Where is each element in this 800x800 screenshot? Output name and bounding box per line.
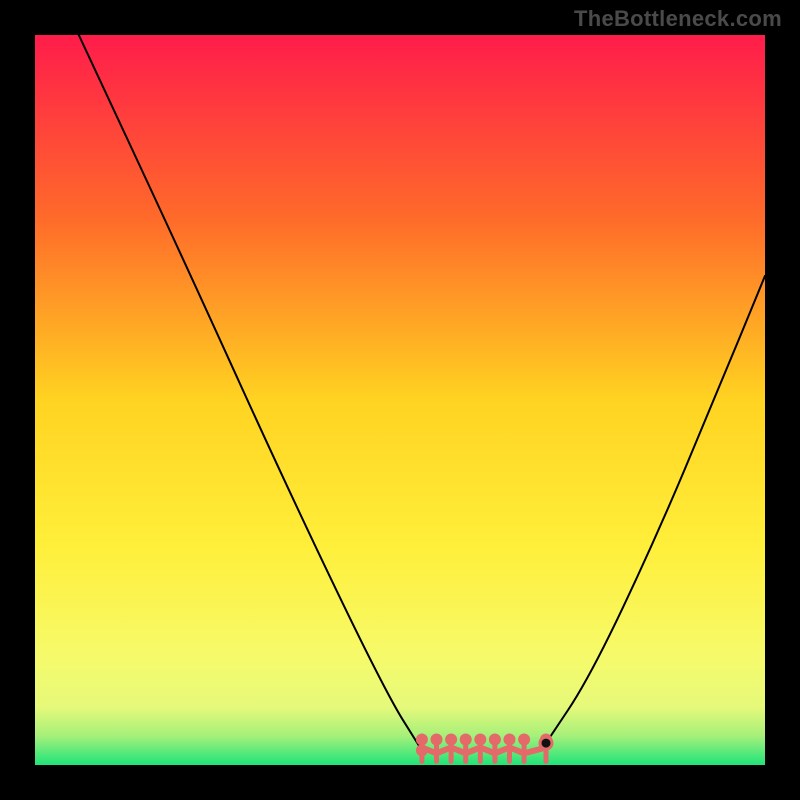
bottleneck-chart-svg [35,35,765,765]
floor-dot [445,733,457,745]
floor-dot [518,733,530,745]
chart-stage: TheBottleneck.com [0,0,800,800]
floor-dot [431,733,443,745]
curve-left-end-dot [416,744,428,756]
gradient-background [35,35,765,765]
floor-dot [489,733,501,745]
floor-dot [474,733,486,745]
floor-dot [504,733,516,745]
curve-right-start-dot [540,737,552,749]
floor-dot [460,733,472,745]
chart-area [35,35,765,765]
watermark-text: TheBottleneck.com [574,6,782,32]
floor-dot [416,733,428,745]
